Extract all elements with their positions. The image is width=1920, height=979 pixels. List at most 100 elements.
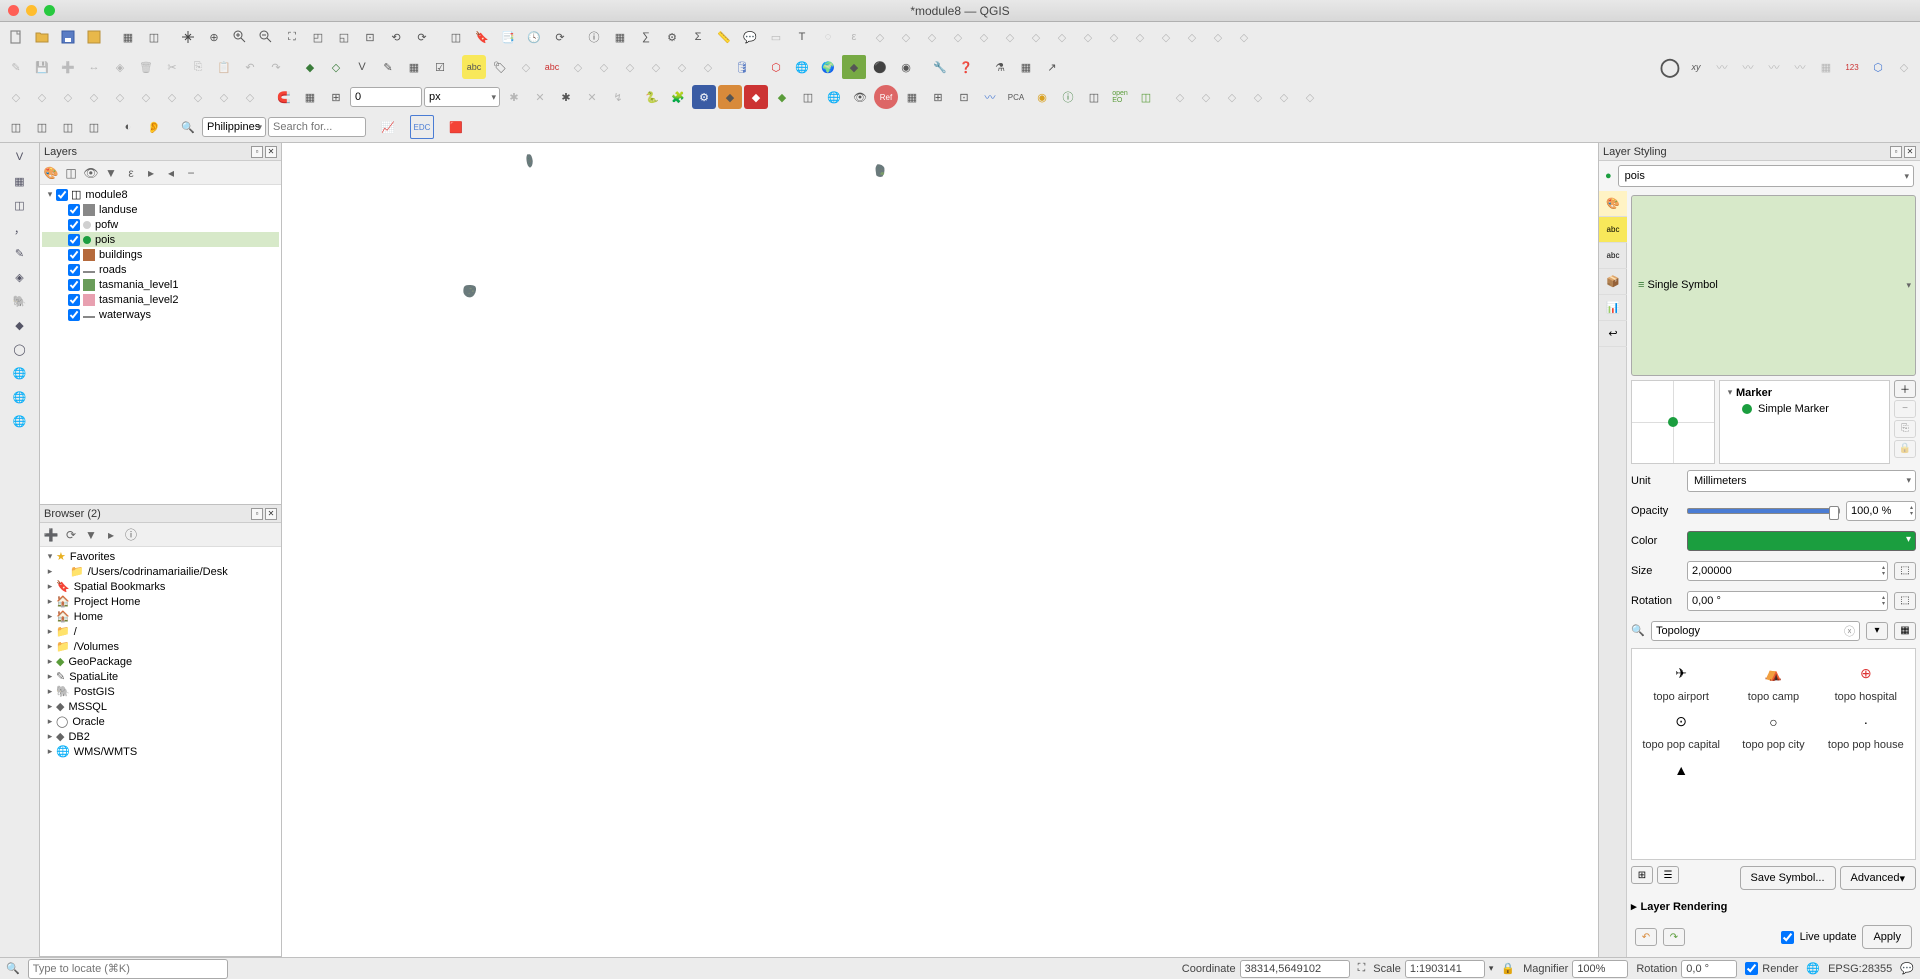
new-map-view-icon[interactable]: ◫: [444, 25, 468, 49]
label-6-icon[interactable]: ◇: [592, 55, 616, 79]
map-canvas[interactable]: [282, 143, 1598, 957]
browser-props-icon[interactable]: ⓘ: [122, 526, 140, 544]
r4-2-icon[interactable]: ◫: [30, 115, 54, 139]
curve-1-icon[interactable]: 〰: [1710, 55, 1734, 79]
symbol-topo camp[interactable]: ⛺topo camp: [1732, 665, 1814, 703]
zoom-selection-icon[interactable]: ◰: [306, 25, 330, 49]
layer-filter-icon[interactable]: ▼: [102, 164, 120, 182]
r4-1-icon[interactable]: ◫: [4, 115, 28, 139]
new-project-icon[interactable]: [4, 25, 28, 49]
symbol-topo airport[interactable]: ✈topo airport: [1640, 665, 1722, 703]
p22-icon[interactable]: ◇: [1272, 85, 1296, 109]
layers-project-row[interactable]: ▾◫module8: [42, 187, 279, 202]
add-raster-icon[interactable]: ▦: [10, 171, 30, 191]
r4-5-icon[interactable]: ◐: [116, 115, 140, 139]
opacity-slider[interactable]: [1687, 508, 1840, 514]
symbol-filter-input[interactable]: Topologyⓧ: [1651, 621, 1860, 641]
temporal-icon[interactable]: 🕓: [522, 25, 546, 49]
r3-6-icon[interactable]: ◇: [134, 85, 158, 109]
marker-tree[interactable]: ▾Marker Simple Marker: [1719, 380, 1890, 464]
digitize-6-icon[interactable]: ☑: [428, 55, 452, 79]
close-window-button[interactable]: [8, 5, 19, 16]
topo-4-icon[interactable]: ✕: [580, 85, 604, 109]
history-tab[interactable]: ↩: [1599, 321, 1627, 347]
shape-poly-icon[interactable]: ⬡: [764, 55, 788, 79]
add-postgis-icon[interactable]: 🐘: [10, 291, 30, 311]
zoom-layer-icon[interactable]: ◱: [332, 25, 356, 49]
layer-row-pofw[interactable]: pofw: [42, 217, 279, 232]
label-9-icon[interactable]: ◇: [670, 55, 694, 79]
p2-icon[interactable]: ◆: [744, 85, 768, 109]
topo-2-icon[interactable]: ✕: [528, 85, 552, 109]
add-wfs-icon[interactable]: 🌐: [10, 387, 30, 407]
add-mssql-icon[interactable]: ◆: [10, 315, 30, 335]
color-patch-icon[interactable]: 🟥: [444, 115, 468, 139]
sel-expr-icon[interactable]: ε: [842, 25, 866, 49]
tool-2-icon[interactable]: ◇: [894, 25, 918, 49]
r3-4-icon[interactable]: ◇: [82, 85, 106, 109]
xy-tool-icon[interactable]: xy: [1684, 55, 1708, 79]
plugins-icon[interactable]: 🧩: [666, 85, 690, 109]
num-tool-icon[interactable]: 123: [1840, 55, 1864, 79]
digitize-4-icon[interactable]: ✎: [376, 55, 400, 79]
tool-14-icon[interactable]: ◇: [1206, 25, 1230, 49]
p19-icon[interactable]: ◇: [1194, 85, 1218, 109]
tool-4-icon[interactable]: ◇: [946, 25, 970, 49]
minimize-window-button[interactable]: [26, 5, 37, 16]
extents-icon[interactable]: ⛶: [1358, 962, 1366, 975]
crs-button[interactable]: EPSG:28355: [1828, 963, 1892, 975]
browser-row[interactable]: ▸📁/: [42, 624, 279, 639]
add-vector-icon[interactable]: V: [10, 147, 30, 167]
deselect-icon[interactable]: ◌: [816, 25, 840, 49]
digitize-5-icon[interactable]: ▦: [402, 55, 426, 79]
unit-combo[interactable]: Millimeters: [1687, 470, 1916, 492]
save-as-icon[interactable]: [82, 25, 106, 49]
add-wms-icon[interactable]: 🌐: [10, 363, 30, 383]
snap-unit-combo[interactable]: px: [424, 87, 500, 107]
tool-3-icon[interactable]: ◇: [920, 25, 944, 49]
r4-6-icon[interactable]: 👂: [142, 115, 166, 139]
label-1-icon[interactable]: abc: [462, 55, 486, 79]
topo-5-icon[interactable]: ↯: [606, 85, 630, 109]
tool-13-icon[interactable]: ◇: [1180, 25, 1204, 49]
size-override-icon[interactable]: ⬚: [1894, 562, 1916, 580]
locator-input[interactable]: [28, 959, 228, 979]
r4-4-icon[interactable]: ◫: [82, 115, 106, 139]
symbol-topo pop city[interactable]: ○topo pop city: [1732, 713, 1814, 751]
symbol-view-icon[interactable]: ▦: [1894, 622, 1916, 640]
layer-row-roads[interactable]: roads: [42, 262, 279, 277]
plugin-2-icon[interactable]: 🌍: [816, 55, 840, 79]
rotation-spin[interactable]: 0,00 °: [1687, 591, 1888, 611]
zoom-next-icon[interactable]: ⟳: [410, 25, 434, 49]
digitize-1-icon[interactable]: ◆: [298, 55, 322, 79]
advanced-button[interactable]: Advanced ▾: [1840, 866, 1916, 890]
layer-row-waterways[interactable]: waterways: [42, 307, 279, 322]
r3-7-icon[interactable]: ◇: [160, 85, 184, 109]
plugin-4-icon[interactable]: ⚫: [868, 55, 892, 79]
refresh-icon[interactable]: ⟳: [548, 25, 572, 49]
renderer-combo[interactable]: ≡ Single Symbol: [1631, 195, 1916, 376]
region-combo[interactable]: Philippines: [202, 117, 266, 137]
new-bookmark-icon[interactable]: 🔖: [470, 25, 494, 49]
r3-5-icon[interactable]: ◇: [108, 85, 132, 109]
add-mesh-icon[interactable]: ◫: [10, 195, 30, 215]
redo-icon[interactable]: ↷: [264, 55, 288, 79]
symbol-topo hospital[interactable]: ⊕topo hospital: [1825, 665, 1907, 703]
zoom-in-icon[interactable]: [228, 25, 252, 49]
save-project-icon[interactable]: [56, 25, 80, 49]
bookmarks-icon[interactable]: 📑: [496, 25, 520, 49]
symbol-topo pop capital[interactable]: ⊙topo pop capital: [1640, 713, 1722, 751]
list-view-icon[interactable]: ☰: [1657, 866, 1679, 884]
add-delimited-icon[interactable]: ，: [10, 219, 30, 239]
layout-manager-icon[interactable]: ▦: [116, 25, 140, 49]
edit-toggle-icon[interactable]: ✎: [4, 55, 28, 79]
search-input[interactable]: [268, 117, 366, 137]
p7-icon[interactable]: Ref: [874, 85, 898, 109]
save-symbol-button[interactable]: Save Symbol...: [1740, 866, 1836, 890]
browser-row[interactable]: ▸📁/Volumes: [42, 639, 279, 654]
browser-row[interactable]: ▸🏠Home: [42, 609, 279, 624]
digitize-3-icon[interactable]: V: [350, 55, 374, 79]
label-5-icon[interactable]: ◇: [566, 55, 590, 79]
plugin-9-icon[interactable]: ↗: [1040, 55, 1064, 79]
tool-7-icon[interactable]: ◇: [1024, 25, 1048, 49]
